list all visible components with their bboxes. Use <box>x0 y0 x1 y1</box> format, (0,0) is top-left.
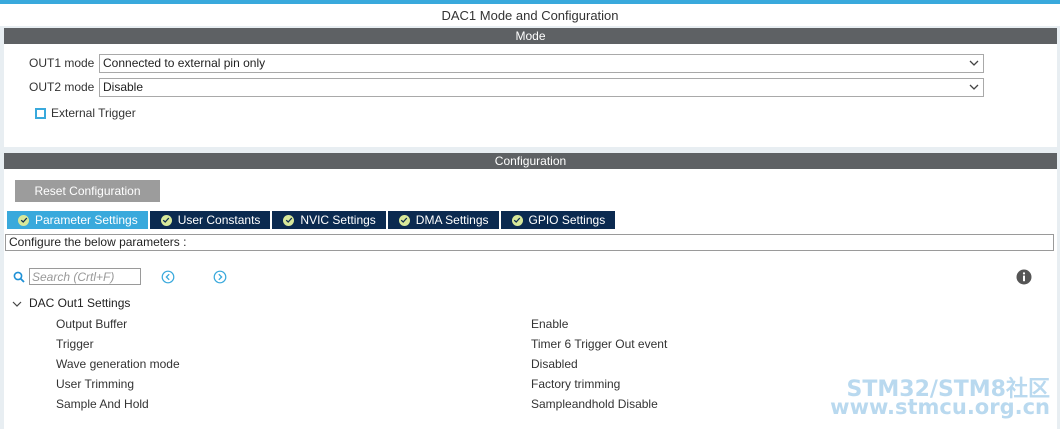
chevron-down-icon <box>969 60 979 66</box>
tab-gpio-settings[interactable]: GPIO Settings <box>500 211 616 229</box>
out2-mode-value: Disable <box>103 80 144 94</box>
external-trigger-checkbox[interactable] <box>35 108 46 119</box>
dac-out1-settings-group[interactable]: DAC Out1 Settings <box>29 296 130 310</box>
search-icon[interactable] <box>13 271 25 283</box>
out1-mode-value: Connected to external pin only <box>103 56 266 70</box>
tab-label: User Constants <box>177 213 261 227</box>
param-value[interactable]: Sampleandhold Disable <box>531 397 658 411</box>
window-title: DAC1 Mode and Configuration <box>441 8 619 23</box>
external-trigger-label: External Trigger <box>51 106 136 120</box>
tab-nvic-settings[interactable]: NVIC Settings <box>272 211 386 229</box>
check-circle-icon <box>18 214 29 226</box>
chevron-down-icon <box>969 84 979 90</box>
reset-configuration-button[interactable]: Reset Configuration <box>15 180 160 202</box>
tab-dma-settings[interactable]: DMA Settings <box>387 211 499 229</box>
out1-mode-label: OUT1 mode <box>29 56 95 70</box>
check-circle-icon <box>283 214 295 226</box>
tab-user-constants[interactable]: User Constants <box>149 211 271 229</box>
param-value[interactable]: Enable <box>531 317 568 331</box>
arrow-right-circle-icon[interactable] <box>213 270 227 284</box>
tab-label: DMA Settings <box>415 213 489 227</box>
tab-label: NVIC Settings <box>300 213 376 227</box>
out2-mode-select[interactable]: Disable <box>99 78 984 97</box>
out1-mode-select[interactable]: Connected to external pin only <box>99 54 984 73</box>
param-value[interactable]: Factory trimming <box>531 377 620 391</box>
param-name: Sample And Hold <box>56 397 149 411</box>
info-icon[interactable] <box>1016 269 1032 285</box>
out2-mode-label: OUT2 mode <box>29 80 95 94</box>
tab-parameter-settings[interactable]: Parameter Settings <box>7 211 148 229</box>
chevron-down-icon[interactable] <box>12 299 22 309</box>
param-value[interactable]: Disabled <box>531 357 578 371</box>
config-section-header: Configuration <box>4 153 1057 169</box>
param-value[interactable]: Timer 6 Trigger Out event <box>531 337 667 351</box>
param-name: User Trimming <box>56 377 135 391</box>
check-circle-icon <box>398 214 410 226</box>
parameters-description: Configure the below parameters : <box>5 234 1054 251</box>
tab-label: GPIO Settings <box>528 213 606 227</box>
tab-label: Parameter Settings <box>35 213 138 227</box>
param-name: Output Buffer <box>56 317 128 331</box>
window-accent-bar <box>0 0 1060 4</box>
param-name: Trigger <box>56 337 94 351</box>
mode-section-header: Mode <box>4 28 1057 44</box>
param-name: Wave generation mode <box>56 357 180 371</box>
config-tabs: Parameter Settings User Constants NVIC S… <box>7 211 617 229</box>
search-input[interactable] <box>29 268 141 285</box>
check-circle-icon <box>511 214 523 226</box>
watermark-line-2: www.stmcu.org.cn <box>830 395 1050 419</box>
arrow-left-circle-icon[interactable] <box>161 270 175 284</box>
check-circle-icon <box>160 214 172 226</box>
